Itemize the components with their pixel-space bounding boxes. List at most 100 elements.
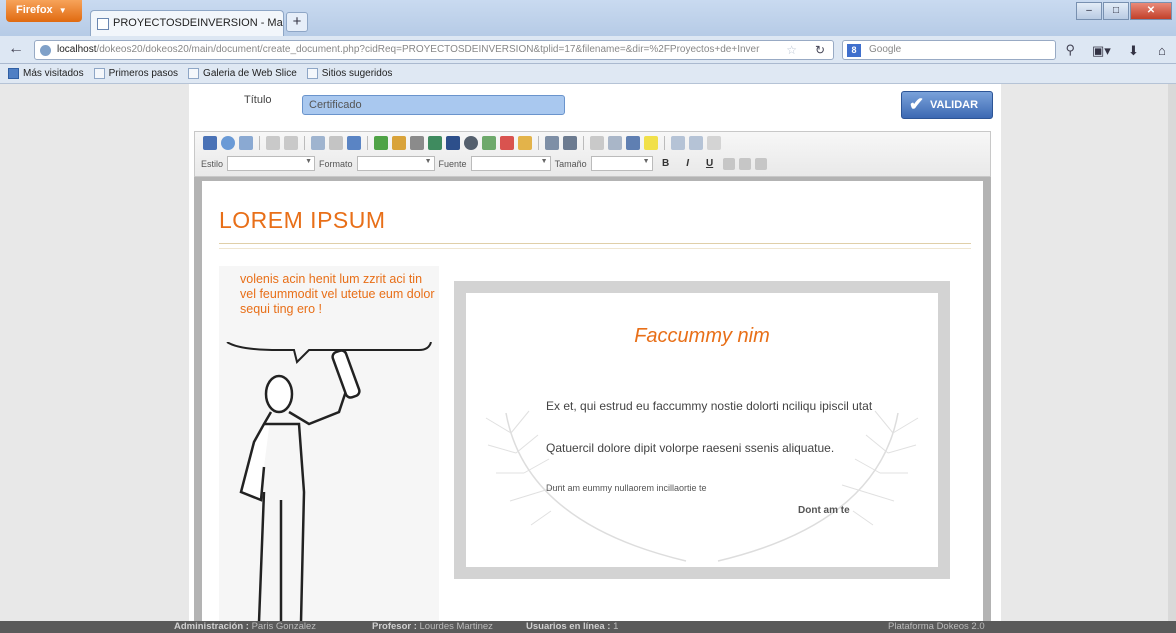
search-icon[interactable]: ⚲ bbox=[1065, 42, 1075, 58]
format-select[interactable]: ▼ bbox=[356, 156, 435, 171]
firefox-menu-label: Firefox bbox=[16, 4, 53, 16]
background-color-icon[interactable] bbox=[644, 136, 658, 150]
italic-button[interactable]: I bbox=[679, 158, 697, 169]
gallery-icon[interactable] bbox=[392, 136, 406, 150]
style-select[interactable]: ▼ bbox=[227, 156, 316, 171]
firefox-menu-button[interactable]: Firefox ▼ bbox=[6, 0, 82, 22]
preview-icon[interactable] bbox=[221, 136, 235, 150]
page-viewport: Título ✔ VALIDAR bbox=[0, 84, 1176, 622]
youtube-icon[interactable] bbox=[464, 136, 478, 150]
teacher-label: Profesor : bbox=[372, 621, 417, 632]
validate-button[interactable]: ✔ VALIDAR bbox=[901, 91, 993, 119]
bookmark-suggested-sites[interactable]: Sitios sugeridos bbox=[306, 68, 393, 79]
url-host: localhost bbox=[57, 44, 97, 55]
align-icon[interactable] bbox=[590, 136, 604, 150]
anchor-icon[interactable] bbox=[347, 136, 361, 150]
certificate-small-text: Dunt am eummy nullaorem incillaortie te bbox=[546, 483, 707, 493]
document-page[interactable]: LOREM IPSUM volenis acin henit lum zzrit… bbox=[202, 181, 983, 622]
url-bar[interactable]: localhost/dokeos20/dokeos20/main/documen… bbox=[34, 40, 834, 60]
align-center-icon[interactable] bbox=[738, 157, 751, 170]
bookmark-web-slice-gallery[interactable]: Galeria de Web Slice bbox=[188, 68, 297, 79]
heading-divider bbox=[219, 243, 971, 244]
editor-toolbar: Estilo ▼ Formato ▼ Fuente ▼ Tamaño ▼ B I… bbox=[194, 131, 991, 177]
pdf-icon[interactable] bbox=[500, 136, 514, 150]
admin-label: Administración : bbox=[174, 621, 249, 632]
font-label: Fuente bbox=[438, 158, 467, 169]
bookmark-most-visited[interactable]: Más visitados bbox=[8, 68, 84, 79]
maximize-button[interactable]: □ bbox=[1103, 2, 1129, 20]
online-users-count[interactable]: 1 bbox=[613, 621, 618, 632]
video-icon[interactable] bbox=[428, 136, 442, 150]
underline-button[interactable]: U bbox=[701, 158, 719, 169]
font-select[interactable]: ▼ bbox=[470, 156, 551, 171]
audio-icon[interactable] bbox=[410, 136, 424, 150]
certificate-frame: Faccummy nim Ex et, qui estrud eu faccum… bbox=[454, 281, 950, 579]
bold-button[interactable]: B bbox=[657, 158, 675, 169]
align-left-icon[interactable] bbox=[722, 157, 735, 170]
teacher-name[interactable]: Lourdes Martinez bbox=[420, 621, 493, 632]
bookmark-first-steps[interactable]: Primeros pasos bbox=[93, 68, 179, 79]
browser-tab[interactable]: PROYECTOSDEINVERSION - Maestria en ... bbox=[90, 10, 284, 36]
google-search-engine-icon[interactable]: 8 bbox=[847, 44, 861, 57]
special-char-icon[interactable] bbox=[563, 136, 577, 150]
navigation-bar: ← localhost/dokeos20/dokeos20/main/docum… bbox=[0, 36, 1176, 64]
browser-titlebar: Firefox▼ PROYECTOSDEINVERSION - Maestria… bbox=[0, 0, 1176, 36]
indent-icon[interactable] bbox=[608, 136, 622, 150]
certificate-signature: Dont am te bbox=[798, 505, 850, 516]
page-icon bbox=[93, 68, 105, 79]
redo-icon[interactable] bbox=[284, 136, 298, 150]
download-icon[interactable]: ⬇ bbox=[1128, 43, 1139, 59]
numbered-list-icon[interactable] bbox=[671, 136, 685, 150]
platform-footer: Administración : Paris Gonzalez Profesor… bbox=[0, 621, 1176, 633]
toolbar-format-row: Estilo ▼ Formato ▼ Fuente ▼ Tamaño ▼ B I… bbox=[201, 156, 767, 171]
bookmark-label: Sitios sugeridos bbox=[321, 68, 393, 79]
back-arrow-icon[interactable]: ← bbox=[8, 41, 28, 59]
bookmark-label: Más visitados bbox=[23, 68, 84, 79]
validate-label: VALIDAR bbox=[930, 99, 979, 111]
title-input[interactable] bbox=[302, 95, 565, 115]
certificate: Faccummy nim Ex et, qui estrud eu faccum… bbox=[466, 293, 938, 567]
bookmark-label: Primeros pasos bbox=[108, 68, 179, 79]
minimize-button[interactable]: – bbox=[1076, 2, 1102, 20]
align-right-icon[interactable] bbox=[754, 157, 767, 170]
home-icon[interactable]: ⌂ bbox=[1158, 43, 1166, 58]
bookmarks-bar: Más visitados Primeros pasos Galeria de … bbox=[0, 64, 1176, 84]
speech-bubble-text: volenis acin henit lum zzrit aci tin vel… bbox=[240, 272, 435, 316]
source-icon[interactable] bbox=[707, 136, 721, 150]
bookmarks-menu-icon[interactable]: ▣▾ bbox=[1092, 43, 1111, 59]
image-icon[interactable] bbox=[374, 136, 388, 150]
admin-name[interactable]: Paris Gonzalez bbox=[252, 621, 316, 632]
new-tab-button[interactable]: + bbox=[286, 12, 308, 32]
tab-title: PROYECTOSDEINVERSION - Maestria en ... bbox=[113, 17, 283, 29]
link-icon[interactable] bbox=[311, 136, 325, 150]
size-label: Tamaño bbox=[554, 158, 587, 169]
size-select[interactable]: ▼ bbox=[590, 156, 653, 171]
editor-canvas: LOREM IPSUM volenis acin henit lum zzrit… bbox=[194, 177, 991, 622]
table-icon[interactable] bbox=[545, 136, 559, 150]
mindmap-icon[interactable] bbox=[482, 136, 496, 150]
bookmark-label: Galeria de Web Slice bbox=[203, 68, 297, 79]
flash-icon[interactable] bbox=[446, 136, 460, 150]
online-users-label: Usuarios en línea : bbox=[526, 621, 611, 632]
save-icon[interactable] bbox=[203, 136, 217, 150]
speech-illustration-panel: volenis acin henit lum zzrit aci tin vel… bbox=[219, 266, 439, 622]
checkmark-icon: ✔ bbox=[909, 94, 925, 114]
document-heading: LOREM IPSUM bbox=[219, 207, 386, 233]
person-with-diploma-illustration bbox=[226, 342, 432, 622]
content-panel: Título ✔ VALIDAR bbox=[189, 84, 1001, 622]
bulleted-list-icon[interactable] bbox=[689, 136, 703, 150]
close-window-button[interactable]: ✕ bbox=[1130, 2, 1172, 20]
url-path: /dokeos20/dokeos20/main/document/create_… bbox=[96, 44, 760, 55]
search-box[interactable]: 8 Google ⚲ bbox=[842, 40, 1075, 60]
text-color-icon[interactable] bbox=[626, 136, 640, 150]
style-label: Estilo bbox=[201, 158, 224, 169]
glossary-icon[interactable] bbox=[518, 136, 532, 150]
bookmark-star-icon[interactable]: ☆ bbox=[786, 43, 797, 57]
reload-icon[interactable]: ↻ bbox=[815, 43, 825, 57]
search-placeholder: Google bbox=[869, 44, 902, 55]
templates-icon[interactable] bbox=[239, 136, 253, 150]
unlink-icon[interactable] bbox=[329, 136, 343, 150]
page-scrollbar[interactable] bbox=[1168, 84, 1176, 621]
window-controls: – □ ✕ bbox=[1076, 2, 1172, 20]
undo-icon[interactable] bbox=[266, 136, 280, 150]
